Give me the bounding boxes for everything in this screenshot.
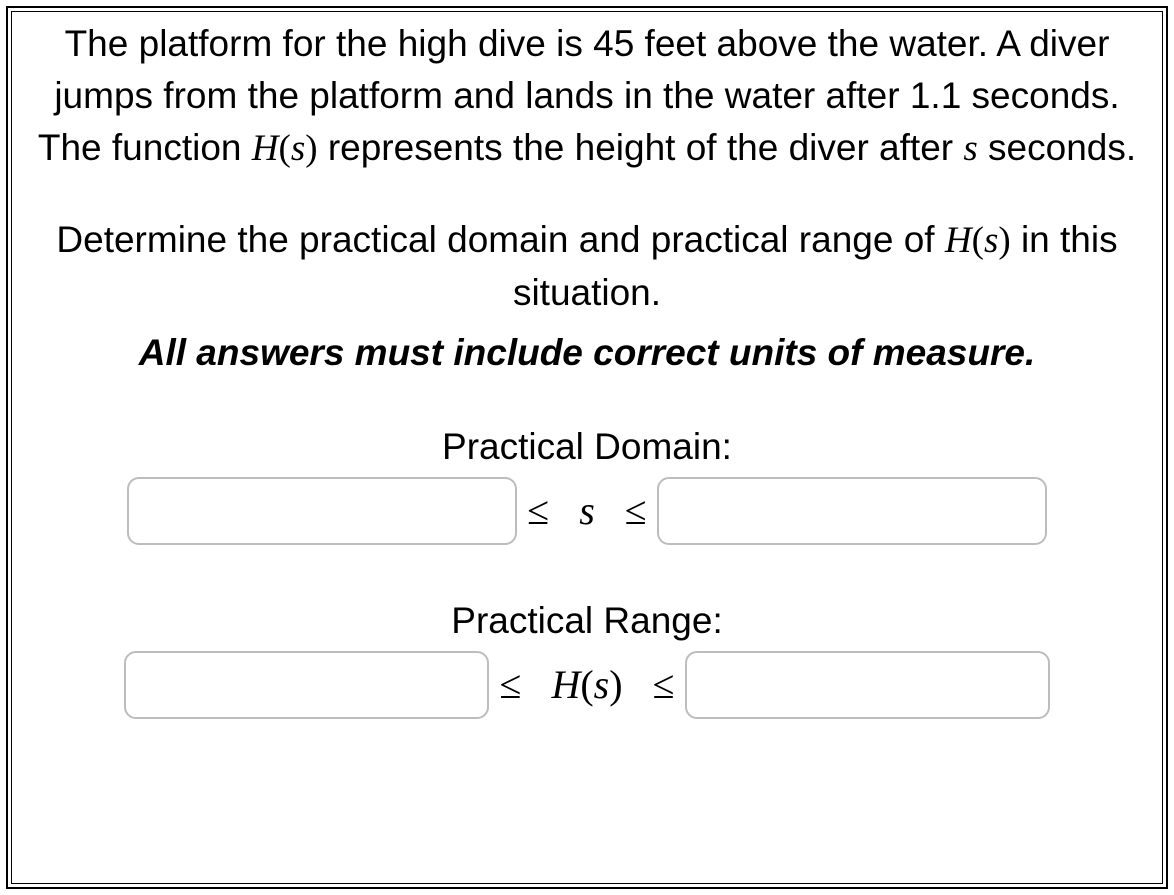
practical-domain-label: Practical Domain: <box>22 423 1152 471</box>
paren-close: ) <box>305 128 317 169</box>
fn-letter: H <box>252 128 279 169</box>
le-symbol: ≤ <box>499 662 521 707</box>
domain-upper-input[interactable] <box>657 477 1047 545</box>
function-notation: H(s) <box>945 220 1011 261</box>
practical-domain-row: ≤ s ≤ <box>22 477 1152 545</box>
text-segment: seconds. <box>978 127 1136 168</box>
problem-statement: The platform for the high dive is 45 fee… <box>22 18 1152 174</box>
fn-letter: H <box>945 220 972 261</box>
variable-s: s <box>963 128 977 169</box>
paren-open: ( <box>972 220 984 261</box>
range-upper-input[interactable] <box>685 651 1050 719</box>
units-reminder: All answers must include correct units o… <box>22 327 1152 379</box>
text-segment: Determine the practical domain and pract… <box>56 219 944 260</box>
fn-letter: H <box>551 662 580 707</box>
paren-close: ) <box>998 220 1010 261</box>
domain-lower-input[interactable] <box>127 477 517 545</box>
fn-arg: s <box>594 662 610 707</box>
fn-arg: s <box>984 220 998 261</box>
le-symbol: ≤ <box>625 488 647 533</box>
domain-inequality: ≤ s ≤ <box>523 487 650 534</box>
problem-inner-frame: The platform for the high dive is 45 fee… <box>11 11 1163 884</box>
paren-open: ( <box>580 662 593 707</box>
practical-range-label: Practical Range: <box>22 597 1152 645</box>
problem-outer-frame: The platform for the high dive is 45 fee… <box>6 6 1168 889</box>
function-notation: H(s) <box>252 128 318 169</box>
range-lower-input[interactable] <box>124 651 489 719</box>
instruction-text: Determine the practical domain and pract… <box>22 214 1152 319</box>
le-symbol: ≤ <box>527 488 549 533</box>
variable-s: s <box>579 488 595 533</box>
fn-arg: s <box>291 128 305 169</box>
text-segment: represents the height of the diver after <box>318 127 964 168</box>
paren-close: ) <box>609 662 622 707</box>
practical-range-row: ≤ H(s) ≤ <box>22 651 1152 719</box>
le-symbol: ≤ <box>653 662 675 707</box>
range-inequality: ≤ H(s) ≤ <box>495 661 678 708</box>
paren-open: ( <box>278 128 290 169</box>
